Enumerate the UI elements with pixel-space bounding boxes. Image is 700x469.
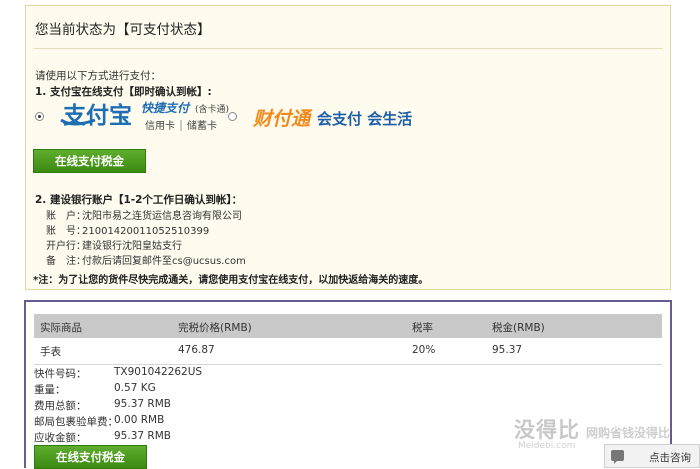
tenpay-slogan: 会支付 会生活: [317, 110, 412, 128]
info-tracking-row: 快件号码： TX901042262US: [34, 366, 202, 381]
bank-branch-label: 开户行：: [46, 241, 86, 252]
header-dutiable-price: 完税价格(RMB): [178, 322, 252, 334]
consult-label: 点击咨询: [649, 452, 691, 464]
consult-button[interactable]: 点击咨询: [604, 444, 700, 468]
option-bank-title: 2. 建设银行账户【1-2个工作日确认到帐】：: [35, 194, 243, 206]
bank-memo-row: 备 注：付款后请回复邮件至cs@ucsus.com: [46, 252, 246, 267]
cell-product: 手表: [40, 346, 61, 358]
bank-number-label: 账 号：: [46, 226, 86, 237]
option-alipay-title: 1. 支付宝在线支付【即时确认到帐】:: [35, 86, 212, 98]
info-value: 0.00 RMB: [114, 414, 165, 426]
cell-tax-amount: 95.37: [492, 344, 523, 356]
bank-memo-label: 备 注：: [46, 256, 86, 267]
info-value: 95.37 RMB: [114, 430, 171, 442]
payment-status-panel: 您当前状态为【可支付状态】 请使用以下方式进行支付： 1. 支付宝在线支付【即时…: [25, 5, 671, 290]
bank-branch-value: 建设银行沈阳皇姑支行: [82, 241, 182, 252]
watermark-slogan: 网购省钱没得比: [586, 426, 671, 440]
order-table-header: 实际商品 完税价格(RMB) 税率 税金(RMB): [34, 314, 662, 338]
alipay-debit: 储蓄卡: [187, 119, 217, 132]
table-row: 手表 476.87 20% 95.37: [34, 338, 662, 365]
info-label: 应收金额：: [34, 432, 87, 444]
header-tax-rate: 税率: [412, 322, 433, 334]
bank-branch-row: 开户行：建设银行沈阳皇姑支行: [46, 237, 182, 252]
bank-number-value: 21001420011052510399: [82, 226, 210, 237]
info-value: TX901042262US: [114, 366, 203, 378]
alipay-fast: 快捷支付: [141, 101, 191, 115]
pay-tax-online-button[interactable]: 在线支付税金: [33, 149, 146, 173]
pay-tax-online-button-2[interactable]: 在线支付税金: [34, 445, 147, 469]
alipay-note: (含卡通): [195, 103, 229, 115]
bank-memo-value[interactable]: 付款后请回复邮件至cs@ucsus.com: [82, 256, 246, 267]
bank-account-value: 沈阳市易之连货运信息咨询有限公司: [82, 211, 242, 222]
alipay-logo[interactable]: 支付宝 快捷支付 (含卡通) 信用卡 储蓄卡: [59, 98, 229, 134]
info-label: 邮局包裹验单费：: [34, 416, 118, 428]
watermark-domain: Meidebi.com: [518, 441, 576, 451]
cell-dutiable-price: 476.87: [178, 344, 215, 356]
alipay-radio[interactable]: [35, 112, 44, 121]
info-label: 费用总额：: [34, 400, 87, 412]
bank-number-row: 账 号：21001420011052510399: [46, 222, 209, 237]
info-due-row: 应收金额： 95.37 RMB: [34, 430, 171, 445]
payment-intro: 请使用以下方式进行支付：: [35, 70, 161, 82]
header-product: 实际商品: [40, 322, 82, 334]
alipay-credit: 信用卡: [145, 119, 175, 132]
bank-account-row: 账 户：沈阳市易之连货运信息咨询有限公司: [46, 207, 242, 222]
bank-account-label: 账 户：: [46, 211, 86, 222]
payment-note: *注：为了让您的货件尽快完成通关，请您使用支付宝在线支付，以加快返给海关的速度。: [33, 275, 429, 286]
info-label: 重量：: [34, 384, 66, 396]
info-total-row: 费用总额： 95.37 RMB: [34, 398, 171, 413]
divider: [33, 48, 663, 49]
cell-tax-rate: 20%: [412, 344, 436, 356]
info-postal-fee-row: 邮局包裹验单费： 0.00 RMB: [34, 414, 164, 429]
info-value: 0.57 KG: [114, 382, 156, 394]
chat-icon: [611, 450, 624, 464]
tenpay-radio[interactable]: [228, 112, 237, 121]
tenpay-logo[interactable]: 财付通 会支付 会生活: [252, 102, 423, 134]
watermark-brand: 没得比: [514, 418, 580, 442]
info-value: 95.37 RMB: [114, 398, 171, 410]
info-weight-row: 重量： 0.57 KG: [34, 382, 156, 397]
alipay-name: 支付宝: [62, 102, 132, 129]
tenpay-name: 财付通: [253, 108, 313, 130]
status-title: 您当前状态为【可支付状态】: [35, 22, 211, 38]
header-tax-amount: 税金(RMB): [492, 322, 545, 334]
info-label: 快件号码：: [34, 368, 87, 380]
